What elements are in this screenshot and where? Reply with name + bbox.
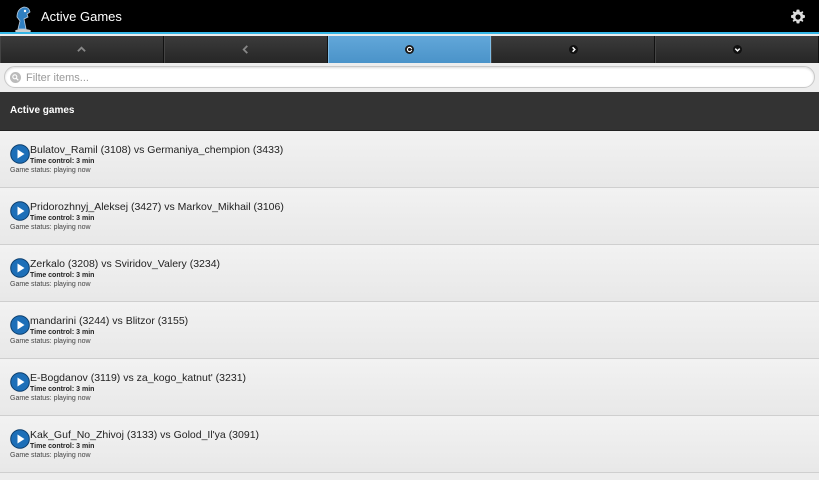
right-arrow-icon [568,45,578,54]
app-title: Active Games [41,9,122,24]
game-status: Game status: playing now [10,167,91,174]
play-icon[interactable] [10,429,30,449]
refresh-icon [404,45,414,54]
navigation-bar [0,36,819,63]
search-icon [10,72,21,83]
nav-refresh-button[interactable] [327,36,492,63]
time-control: Time control: 3 min [30,329,95,336]
section-header: Active games [0,92,819,131]
game-title: Pridorozhnyj_Aleksej (3427) vs Markov_Mi… [30,201,284,213]
play-icon[interactable] [10,144,30,164]
down-arrow-icon [732,45,742,54]
game-status: Game status: playing now [10,338,91,345]
nav-last-button[interactable] [655,36,819,63]
game-title: E-Bogdanov (3119) vs za_kogo_katnut' (32… [30,372,247,384]
play-icon[interactable] [10,201,30,221]
list-item[interactable]: Zerkalo (3208) vs Sviridov_Valery (3234)… [0,245,819,302]
filter-box [4,66,815,88]
list-item[interactable]: Kak_Guf_No_Zhivoj (3133) vs Golod_Il'ya … [0,416,819,473]
list-item[interactable]: E-Bogdanov (3119) vs za_kogo_katnut' (32… [0,359,819,416]
settings-gear-icon[interactable] [790,9,806,25]
app-logo-icon[interactable] [11,3,35,33]
game-status: Game status: playing now [10,281,91,288]
nav-next-button[interactable] [491,36,656,63]
game-status: Game status: playing now [10,452,91,459]
game-title: Kak_Guf_No_Zhivoj (3133) vs Golod_Il'ya … [30,429,260,441]
time-control: Time control: 3 min [30,215,95,222]
action-bar-divider [0,32,819,34]
play-icon[interactable] [10,372,30,392]
time-control: Time control: 3 min [30,158,95,165]
game-title: mandarini (3244) vs Blitzor (3155) [30,315,189,327]
list-item[interactable]: mandarini (3244) vs Blitzor (3155) Time … [0,302,819,359]
game-status: Game status: playing now [10,224,91,231]
left-arrow-icon [242,45,249,54]
play-icon[interactable] [10,315,30,335]
game-title: Bulatov_Ramil (3108) vs Germaniya_chempi… [30,144,284,156]
play-icon[interactable] [10,258,30,278]
nav-first-button[interactable] [0,36,164,63]
section-title: Active games [10,105,75,116]
time-control: Time control: 3 min [30,386,95,393]
up-arrow-icon [77,46,87,52]
list-item[interactable]: Pridorozhnyj_Aleksej (3427) vs Markov_Mi… [0,188,819,245]
game-status: Game status: playing now [10,395,91,402]
games-list: Bulatov_Ramil (3108) vs Germaniya_chempi… [0,131,819,473]
time-control: Time control: 3 min [30,443,95,450]
action-bar: Active Games [0,0,819,34]
nav-prev-button[interactable] [163,36,328,63]
game-title: Zerkalo (3208) vs Sviridov_Valery (3234) [30,258,221,270]
time-control: Time control: 3 min [30,272,95,279]
list-item[interactable]: Bulatov_Ramil (3108) vs Germaniya_chempi… [0,131,819,188]
filter-input[interactable] [24,69,808,87]
